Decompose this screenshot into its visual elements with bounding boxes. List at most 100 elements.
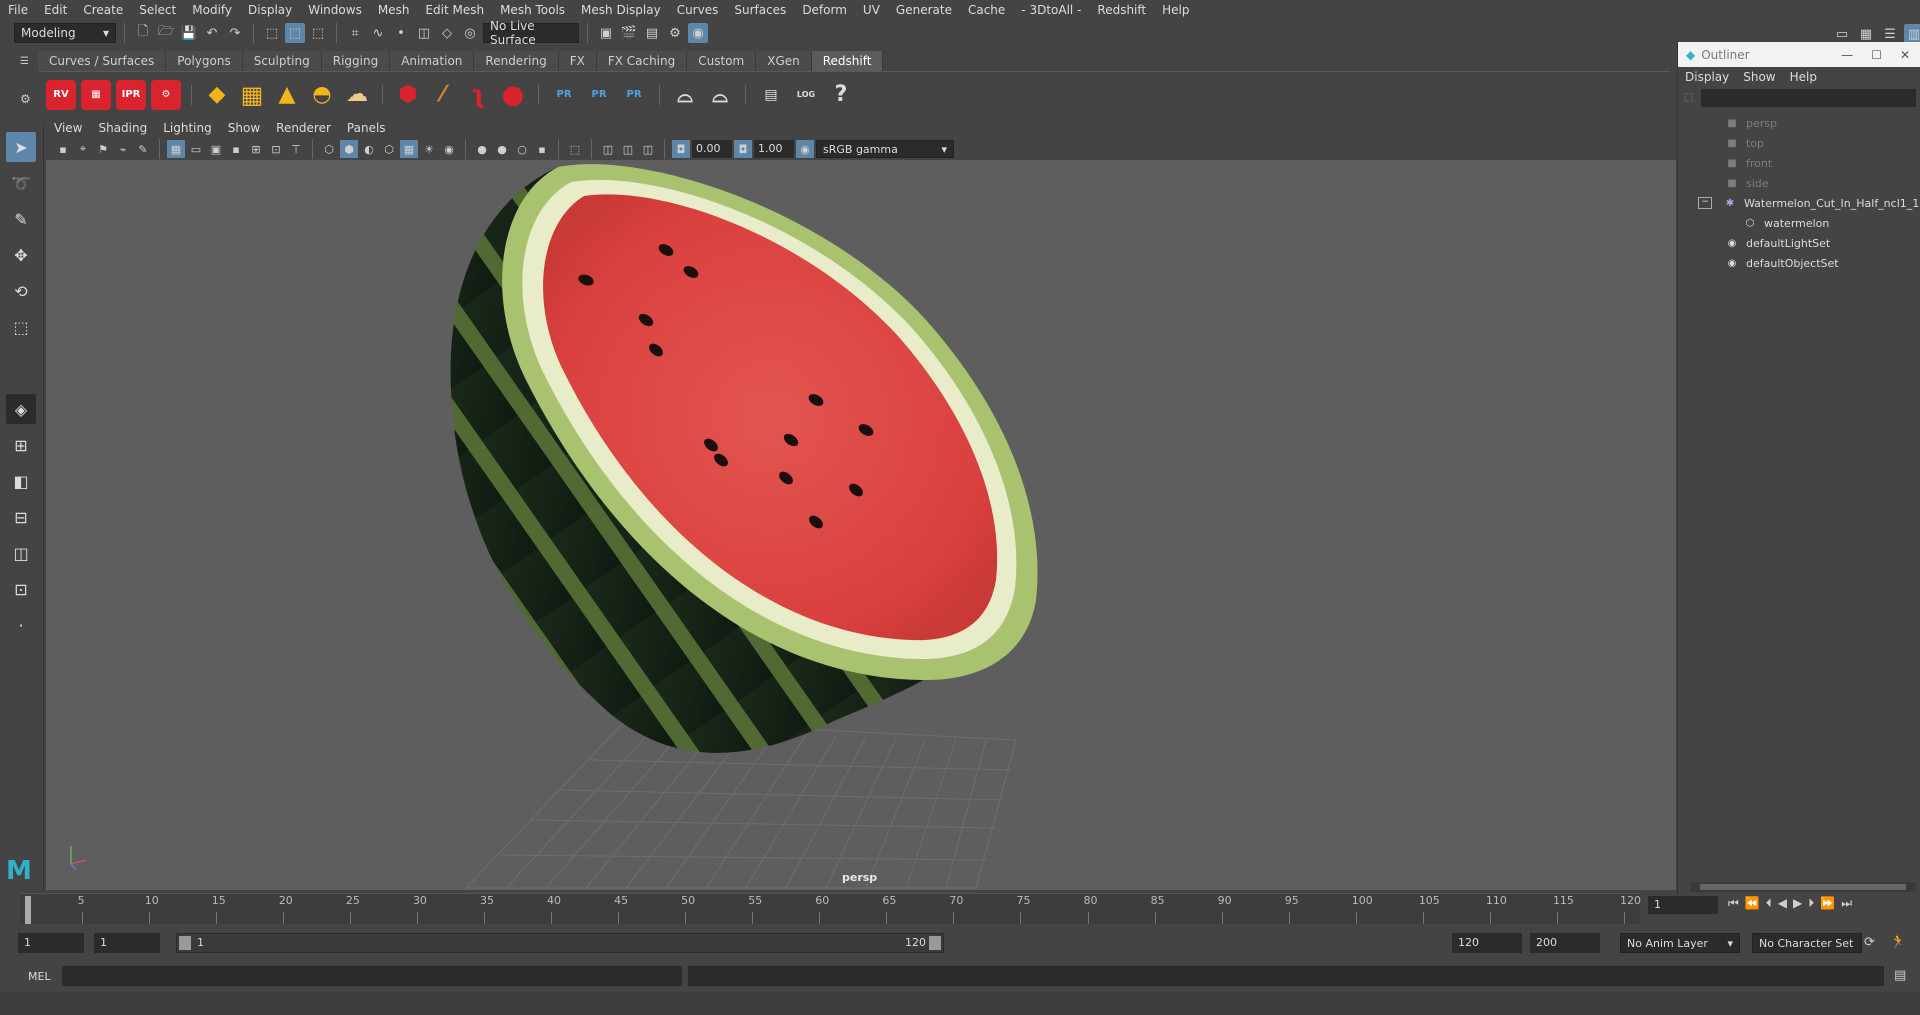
film-gate-icon[interactable]: ▭ — [187, 140, 205, 158]
panel-menu-panels[interactable]: Panels — [339, 121, 394, 135]
panel-menu-renderer[interactable]: Renderer — [268, 121, 339, 135]
menu-windows[interactable]: Windows — [300, 3, 370, 17]
rs-pr-icon-3[interactable]: PR — [619, 80, 649, 110]
animation-end-field[interactable]: 200 — [1530, 933, 1600, 953]
safe-action-icon[interactable]: ⊡ — [267, 140, 285, 158]
rs-render-view-icon[interactable]: RV — [46, 79, 76, 110]
tab-fx[interactable]: FX — [558, 51, 597, 71]
outliner-menu-show[interactable]: Show — [1736, 70, 1782, 84]
panel-menu-view[interactable]: View — [46, 121, 90, 135]
select-component-icon[interactable]: ⬚ — [308, 23, 328, 43]
exposure-icon[interactable]: ◘ — [672, 140, 690, 158]
render-current-icon[interactable]: 🎬 — [619, 23, 639, 43]
ipr-render-icon[interactable]: ▤ — [642, 23, 662, 43]
panel-menu-lighting[interactable]: Lighting — [155, 121, 220, 135]
persp-graph-layout-icon[interactable]: ⊟ — [6, 502, 36, 532]
range-end-handle[interactable] — [929, 936, 941, 950]
outliner-menu-display[interactable]: Display — [1678, 70, 1736, 84]
maximize-icon[interactable]: ☐ — [1871, 48, 1882, 62]
color-management-icon[interactable]: ◉ — [796, 140, 814, 158]
camera-lock-icon[interactable]: ⌖ — [74, 140, 92, 158]
shelf-menu-icon[interactable]: ☰ — [20, 56, 32, 68]
character-set-dropdown[interactable]: No Character Set — [1752, 933, 1862, 953]
shelf-gear-icon[interactable]: ⚙ — [20, 92, 31, 106]
rs-spot-light-icon[interactable]: ▲ — [272, 80, 302, 110]
save-scene-icon[interactable]: 💾 — [179, 23, 199, 43]
tab-animation[interactable]: Animation — [390, 51, 475, 71]
snap-surface-icon[interactable]: ◇ — [437, 23, 457, 43]
outliner-item-watermelon[interactable]: ⬡ watermelon — [1678, 213, 1920, 233]
outliner-horizontal-scrollbar[interactable] — [1690, 882, 1916, 892]
filter-icon[interactable]: ⬚ — [1684, 92, 1693, 103]
snap-view-icon[interactable]: ◫ — [414, 23, 434, 43]
redo-icon[interactable]: ↷ — [225, 23, 245, 43]
snap-pivot-icon[interactable]: ◎ — [460, 23, 480, 43]
step-forward-frame-icon[interactable]: ⏵ — [1808, 896, 1814, 911]
close-icon[interactable]: ✕ — [1900, 48, 1910, 62]
toggle-outliner-icon[interactable]: ▥ — [1904, 24, 1920, 44]
menu-generate[interactable]: Generate — [888, 3, 960, 17]
menu-redshift[interactable]: Redshift — [1089, 3, 1154, 17]
four-view-layout-icon[interactable]: ⊞ — [6, 430, 36, 460]
menu-edit-mesh[interactable]: Edit Mesh — [417, 3, 492, 17]
render-settings-icon[interactable]: ⚙ — [665, 23, 685, 43]
outliner-search-field[interactable] — [1701, 89, 1916, 107]
tab-redshift[interactable]: Redshift — [811, 51, 884, 71]
hypershade-layout-icon[interactable]: ◫ — [6, 538, 36, 568]
tab-polygons[interactable]: Polygons — [166, 51, 243, 71]
rotate-tool-icon[interactable]: ⟲ — [6, 276, 36, 306]
rs-ipr-icon[interactable]: IPR — [116, 79, 146, 110]
outliner-item-persp[interactable]: ■ persp — [1678, 113, 1920, 133]
menu-create[interactable]: Create — [75, 3, 131, 17]
paint-select-icon[interactable]: ✎ — [6, 204, 36, 234]
rs-bake-all-icon[interactable]: ⌓ — [705, 80, 735, 110]
gate-mask-icon[interactable]: ▪ — [227, 140, 245, 158]
menu-cache[interactable]: Cache — [960, 3, 1013, 17]
snap-grid-icon[interactable]: ⌗ — [345, 23, 365, 43]
outliner-item-side[interactable]: ■ side — [1678, 173, 1920, 193]
menu-modify[interactable]: Modify — [184, 3, 240, 17]
snap-point-icon[interactable]: • — [391, 23, 411, 43]
menu-surfaces[interactable]: Surfaces — [726, 3, 794, 17]
tab-curves-surfaces[interactable]: Curves / Surfaces — [38, 51, 167, 71]
outliner-item-defaultobjectset[interactable]: ◉ defaultObjectSet — [1678, 253, 1920, 273]
play-back-icon[interactable]: ◀ — [1778, 896, 1787, 911]
render-view-icon[interactable]: ▣ — [596, 23, 616, 43]
select-hierarchy-icon[interactable]: ⬚ — [262, 23, 282, 43]
use-default-material-icon[interactable]: ◐ — [360, 140, 378, 158]
rs-proxy-icon[interactable]: ⬢ — [393, 80, 423, 110]
rs-hair-icon[interactable]: ⁄ — [428, 80, 458, 110]
select-object-icon[interactable]: ⬚ — [285, 23, 305, 43]
hypershade-icon[interactable]: ◉ — [688, 23, 708, 43]
field-chart-icon[interactable]: ⊞ — [247, 140, 265, 158]
command-language-label[interactable]: MEL — [28, 970, 51, 983]
menu-display[interactable]: Display — [240, 3, 300, 17]
rs-sun-sky-icon[interactable]: ☁ — [342, 80, 372, 110]
rs-log-icon[interactable]: LOG — [791, 80, 821, 110]
xray-components-icon[interactable]: ◫ — [639, 140, 657, 158]
current-frame-field[interactable]: 1 — [1648, 896, 1718, 914]
rs-portal-light-icon[interactable]: ▦ — [237, 80, 267, 110]
custom-layout-icon[interactable]: ⊡ — [6, 574, 36, 604]
step-back-key-icon[interactable]: ⏪ — [1745, 896, 1760, 911]
outliner-menu-help[interactable]: Help — [1783, 70, 1824, 84]
bookmark-icon[interactable]: ⚑ — [94, 140, 112, 158]
tab-rendering[interactable]: Rendering — [474, 51, 559, 71]
rs-area-light-icon[interactable]: ◆ — [202, 80, 232, 110]
wireframe-icon[interactable]: ⬡ — [320, 140, 338, 158]
layout-grid-icon[interactable]: ▦ — [1856, 24, 1876, 44]
wireframe-on-shaded-icon[interactable]: ⬡ — [380, 140, 398, 158]
image-plane-icon[interactable]: ⌁ — [114, 140, 132, 158]
rs-curve-icon[interactable]: ʅ — [463, 80, 493, 110]
rs-dome-light-icon[interactable]: ◓ — [307, 80, 337, 110]
auto-key-icon[interactable]: ⟳ — [1864, 935, 1875, 950]
shadows-icon[interactable]: ◉ — [440, 140, 458, 158]
single-perspective-layout-icon[interactable]: ◈ — [6, 394, 36, 424]
move-tool-icon[interactable]: ✥ — [6, 240, 36, 270]
step-back-frame-icon[interactable]: ⏴ — [1766, 896, 1772, 911]
menu-mesh-display[interactable]: Mesh Display — [573, 3, 669, 17]
use-all-lights-icon[interactable]: ☀ — [420, 140, 438, 158]
rs-help-icon[interactable]: ? — [826, 80, 856, 110]
layout-icon[interactable]: ▭ — [1832, 24, 1852, 44]
menu-curves[interactable]: Curves — [669, 3, 727, 17]
